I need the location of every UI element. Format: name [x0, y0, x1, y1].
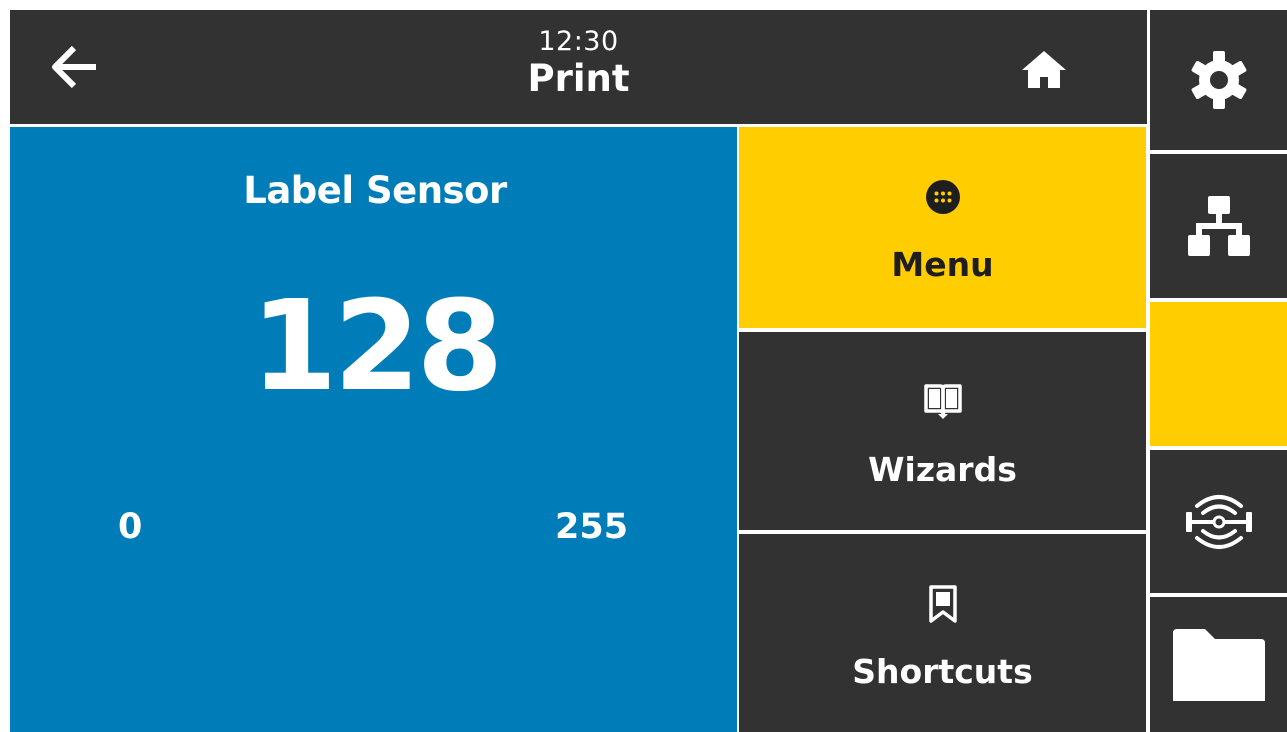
range-max-label: 255 — [555, 507, 629, 547]
gear-icon — [1191, 51, 1246, 109]
sidebar-item-active[interactable] — [1150, 302, 1287, 446]
range-min-label: 0 — [118, 507, 143, 547]
sensor-title: Label Sensor — [243, 169, 507, 212]
folder-icon — [1172, 628, 1265, 701]
clock-time: 12:30 — [538, 26, 619, 57]
sidebar-item-network[interactable] — [1150, 154, 1287, 298]
wizards-label: Wizards — [868, 450, 1017, 489]
open-book-icon — [923, 384, 962, 419]
top-bar: 12:30 Print — [10, 10, 1147, 124]
sidebar-item-rfid[interactable] — [1150, 450, 1287, 593]
shortcuts-label: Shortcuts — [852, 652, 1033, 691]
rfid-icon — [1185, 494, 1252, 549]
menu-label: Menu — [891, 245, 994, 284]
menu-tile[interactable]: Menu — [739, 127, 1146, 328]
page-title: Print — [527, 57, 630, 100]
dots-grid-icon — [925, 180, 960, 214]
bookmark-icon — [928, 585, 957, 623]
title-block: 12:30 Print — [10, 26, 1147, 100]
sidebar-item-storage[interactable] — [1150, 597, 1287, 732]
sensor-value: 128 — [250, 274, 504, 419]
network-icon — [1187, 196, 1250, 256]
sidebar-item-settings[interactable] — [1150, 10, 1287, 150]
wizards-tile[interactable]: Wizards — [739, 332, 1146, 530]
home-button[interactable] — [1008, 34, 1080, 106]
label-sensor-panel: Label Sensor 128 0 255 — [10, 127, 737, 732]
shortcuts-tile[interactable]: Shortcuts — [739, 534, 1146, 732]
home-icon — [1022, 51, 1066, 88]
